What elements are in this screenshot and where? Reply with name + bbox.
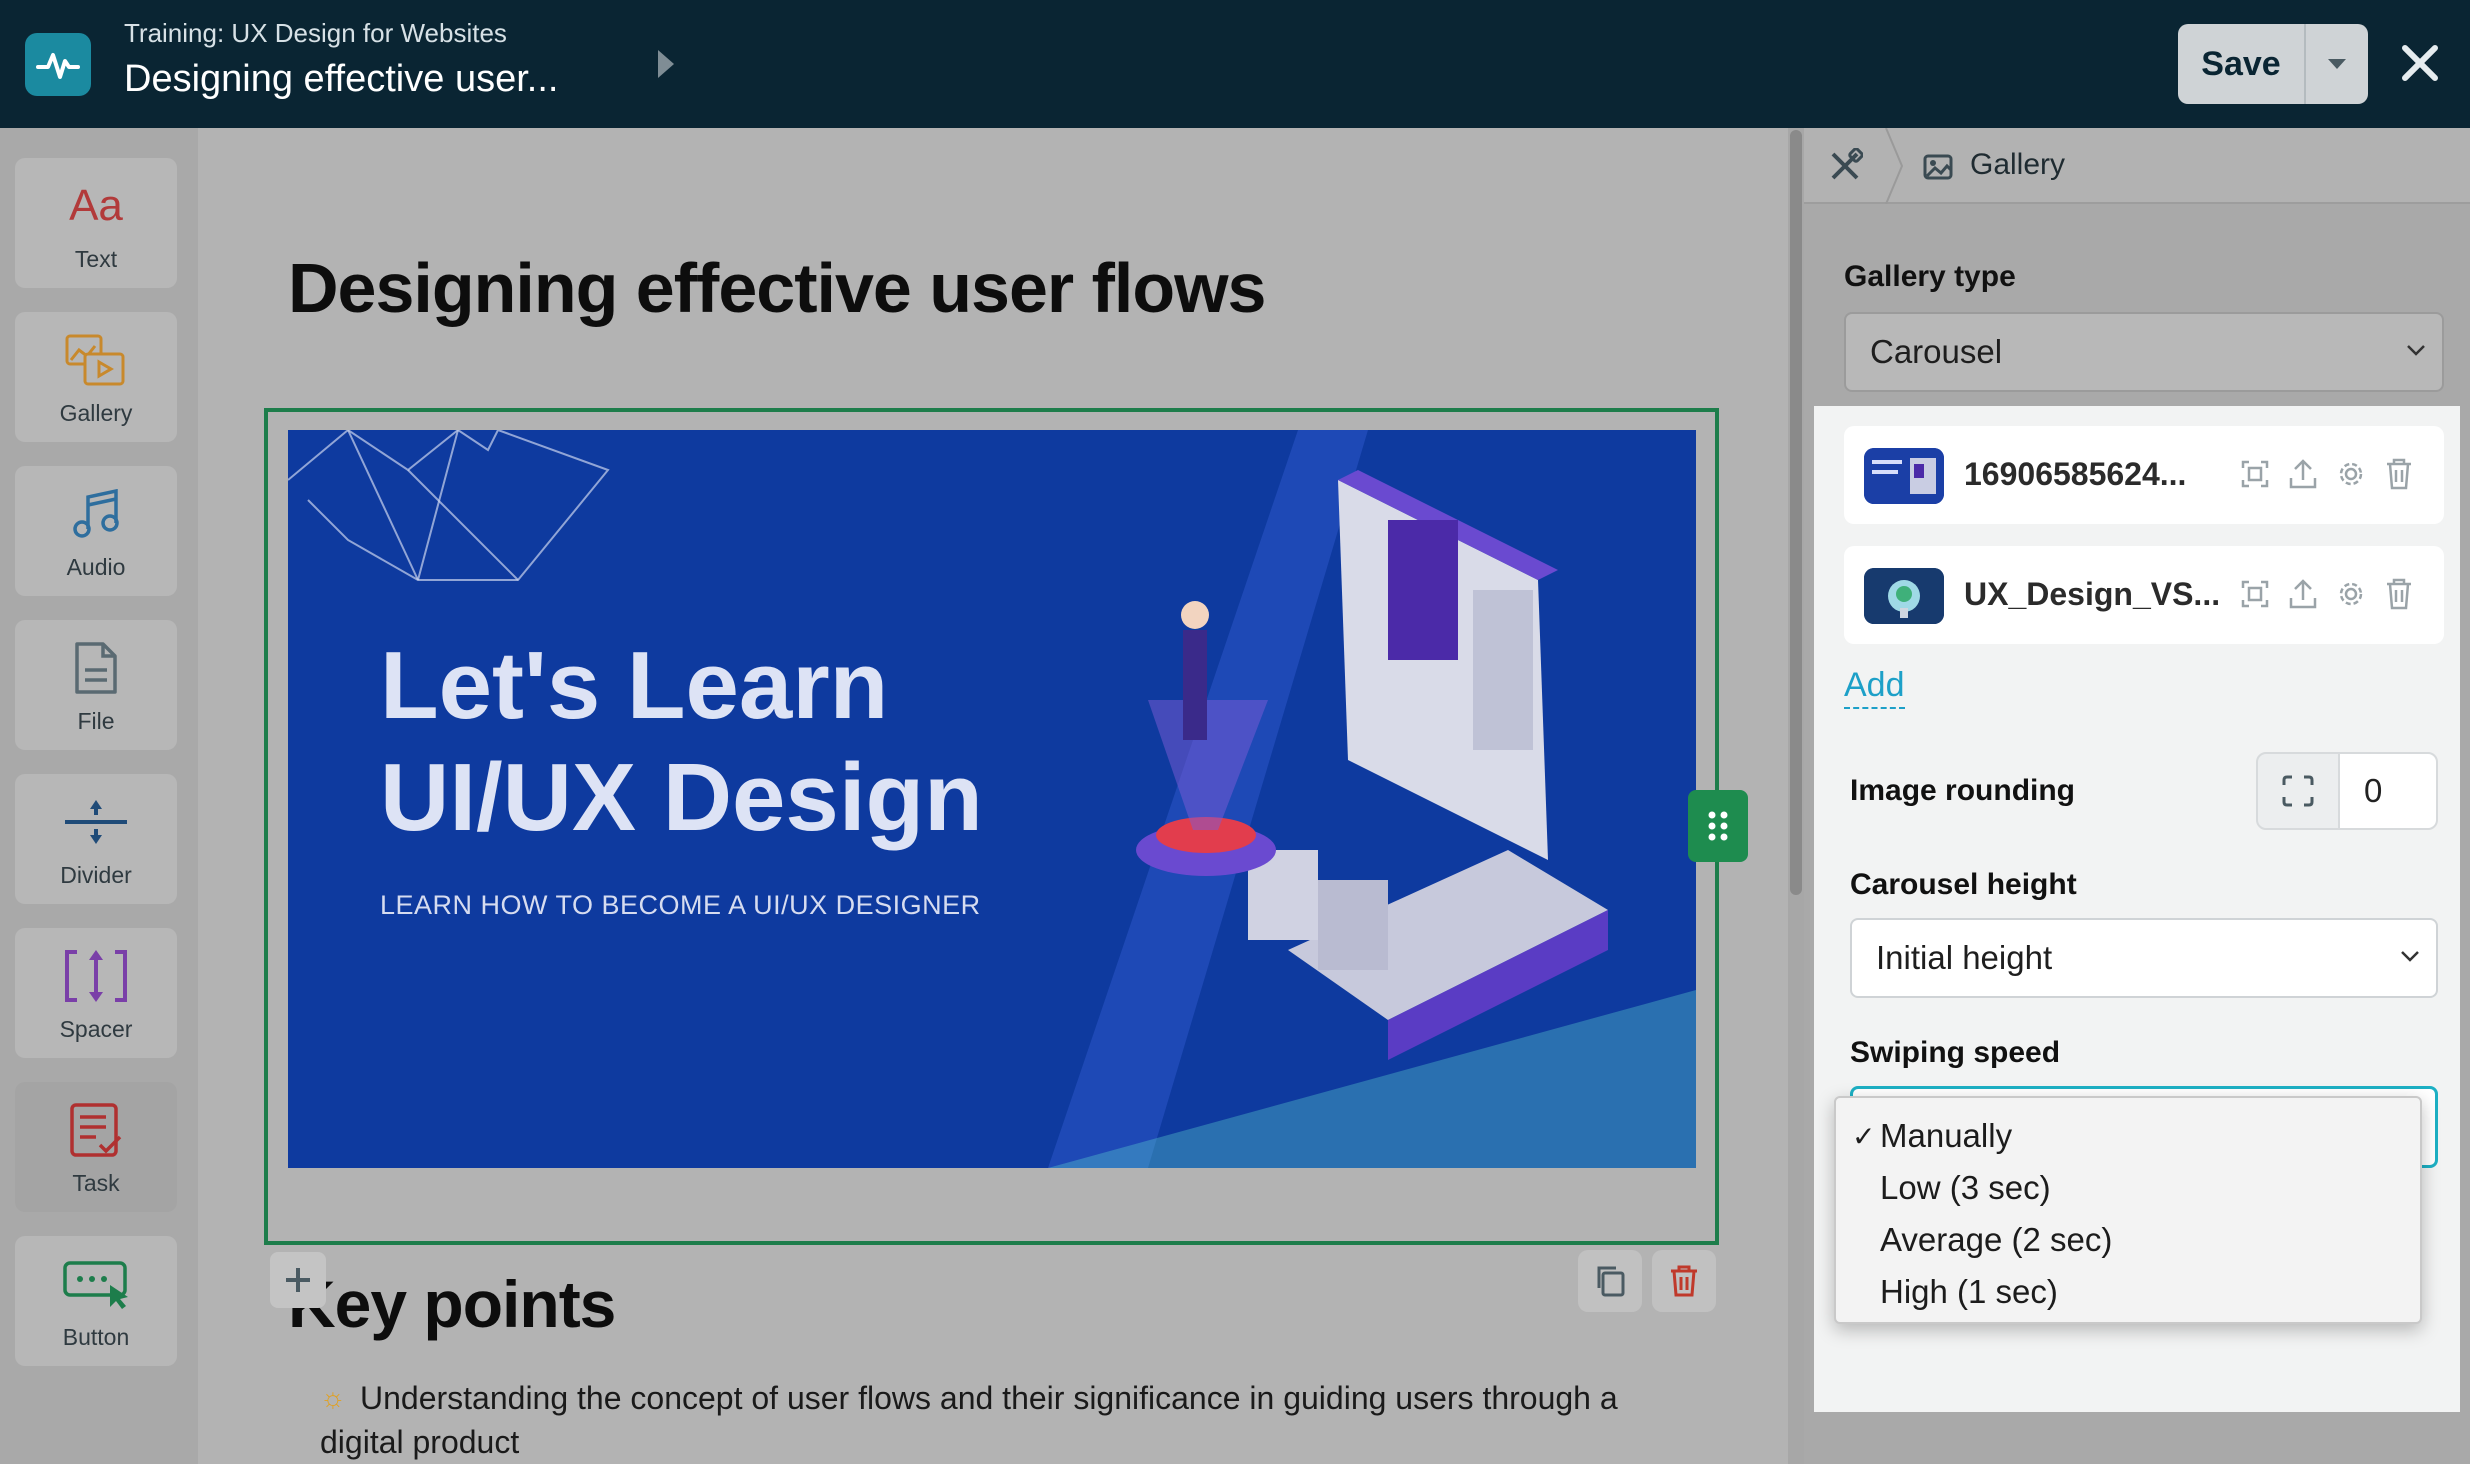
carousel-height-value: Initial height (1876, 939, 2053, 976)
tool-text[interactable]: Aa Text (15, 158, 177, 288)
carousel-height-label: Carousel height (1850, 868, 2077, 901)
panel-tools-button[interactable] (1822, 146, 1868, 186)
drag-handle[interactable] (1688, 790, 1748, 862)
gallery-icon (65, 332, 127, 388)
save-button-group: Save (2178, 24, 2368, 104)
gear-icon[interactable] (2334, 454, 2368, 494)
key-point-item[interactable]: ☼ Understanding the concept of user flow… (320, 1376, 1700, 1464)
add-block-button[interactable] (270, 1252, 326, 1308)
corners-icon (2282, 775, 2314, 807)
crop-icon[interactable] (2238, 574, 2272, 614)
swiping-speed-label: Swiping speed (1850, 1036, 2061, 1069)
key-point-text: Understanding the concept of user flows … (320, 1380, 1618, 1460)
tool-label: Divider (60, 862, 132, 888)
gallery-file-item[interactable]: 16906585624... (1844, 426, 2444, 524)
gallery-file-item[interactable]: UX_Design_VS... (1844, 546, 2444, 644)
delete-block-button[interactable] (1652, 1250, 1716, 1312)
carousel-image[interactable]: Let's Learn UI/UX Design LEARN HOW TO BE… (288, 430, 1696, 1168)
tool-gallery[interactable]: Gallery (15, 312, 177, 442)
gallery-type-label: Gallery type (1844, 260, 2016, 293)
close-icon (2402, 45, 2438, 81)
copy-icon (1597, 1266, 1625, 1297)
lesson-title[interactable]: Designing effective user flows (288, 248, 1266, 328)
banner-headline-line: UI/UX Design (380, 744, 983, 851)
image-rounding-input[interactable]: 0 (2338, 752, 2438, 830)
task-icon (68, 1102, 124, 1158)
gallery-type-select[interactable]: Carousel (1844, 312, 2444, 392)
option-label: High (1 sec) (1880, 1273, 2058, 1310)
caret-down-icon (2328, 59, 2346, 69)
gallery-type-value: Carousel (1870, 333, 2003, 370)
tool-audio[interactable]: Audio (15, 466, 177, 596)
save-options-button[interactable] (2306, 24, 2368, 104)
tool-button[interactable]: Button (15, 1236, 177, 1366)
page-title-header: Designing effective user... (124, 58, 559, 100)
dropdown-option-low[interactable]: Low (3 sec) (1836, 1162, 2420, 1214)
dropdown-option-manually[interactable]: ✓ Manually (1836, 1110, 2420, 1162)
option-label: Average (2 sec) (1880, 1221, 2113, 1258)
dropdown-option-average[interactable]: Average (2 sec) (1836, 1214, 2420, 1266)
rounding-corners-toggle[interactable] (2256, 752, 2340, 830)
trash-icon (1671, 1265, 1697, 1297)
spacer-icon (63, 948, 129, 1004)
plus-icon (286, 1268, 310, 1292)
close-button[interactable] (2390, 30, 2450, 96)
check-icon: ✓ (1852, 1120, 1876, 1152)
key-points-heading[interactable]: Key points (288, 1266, 616, 1342)
chevron-down-icon (2401, 951, 2419, 962)
file-thumbnail (1864, 568, 1944, 624)
breadcrumb-separator-icon (1885, 128, 1904, 204)
sun-icon: ☼ (320, 1382, 346, 1413)
swiping-speed-dropdown: ✓ Manually Low (3 sec) Average (2 sec) H… (1834, 1096, 2422, 1324)
option-label: Low (3 sec) (1880, 1169, 2051, 1206)
trash-icon[interactable] (2382, 574, 2416, 614)
button-icon (62, 1256, 130, 1312)
tool-label: Text (74, 246, 118, 272)
tool-task[interactable]: Task (15, 1082, 177, 1212)
breadcrumb-course[interactable]: Training: UX Design for Websites (124, 18, 507, 49)
trash-icon[interactable] (2382, 454, 2416, 494)
grip-dots-icon (1708, 811, 1728, 841)
file-actions (2238, 454, 2416, 494)
tool-file[interactable]: File (15, 620, 177, 750)
crop-icon[interactable] (2238, 454, 2272, 494)
add-image-link[interactable]: Add (1844, 666, 1905, 709)
file-actions (2238, 574, 2416, 614)
banner-subline: LEARN HOW TO BECOME A UI/UX DESIGNER (380, 890, 981, 920)
file-icon (73, 640, 119, 696)
caret-right-icon[interactable] (658, 50, 674, 78)
image-icon (1920, 150, 1956, 184)
tool-label: Button (62, 1324, 130, 1350)
tool-divider[interactable]: Divider (15, 774, 177, 904)
carousel-height-select[interactable]: Initial height (1850, 918, 2438, 998)
file-name: UX_Design_VS... (1964, 576, 2221, 612)
banner-headline-line: Let's Learn (380, 632, 889, 739)
chevron-down-icon (2407, 345, 2425, 356)
tool-spacer[interactable]: Spacer (15, 928, 177, 1058)
tool-label: Gallery (59, 400, 133, 426)
music-note-icon (72, 486, 120, 542)
save-button[interactable]: Save (2178, 24, 2306, 104)
tool-label: Task (72, 1170, 120, 1196)
option-label: Manually (1880, 1117, 2013, 1154)
text-aa-icon: Aa (69, 181, 123, 230)
banner-headline: Let's Learn UI/UX Design (380, 630, 983, 854)
app-logo[interactable] (25, 33, 91, 96)
upload-icon[interactable] (2286, 574, 2320, 614)
tool-label: Spacer (59, 1016, 133, 1042)
duplicate-block-button[interactable] (1578, 1250, 1642, 1312)
dropdown-option-high[interactable]: High (1 sec) (1836, 1266, 2420, 1318)
file-thumbnail (1864, 448, 1944, 504)
upload-icon[interactable] (2286, 454, 2320, 494)
divider-icon (63, 794, 129, 850)
tools-icon (1831, 148, 1863, 180)
image-rounding-label: Image rounding (1850, 774, 2075, 807)
canvas-scrollbar-thumb[interactable] (1790, 130, 1802, 895)
panel-breadcrumb-gallery: Gallery (1970, 148, 2066, 181)
pulse-icon (36, 52, 80, 79)
file-name: 16906585624... (1964, 456, 2187, 492)
tool-label: Audio (66, 554, 126, 580)
tool-label: File (77, 708, 115, 734)
gear-icon[interactable] (2334, 574, 2368, 614)
